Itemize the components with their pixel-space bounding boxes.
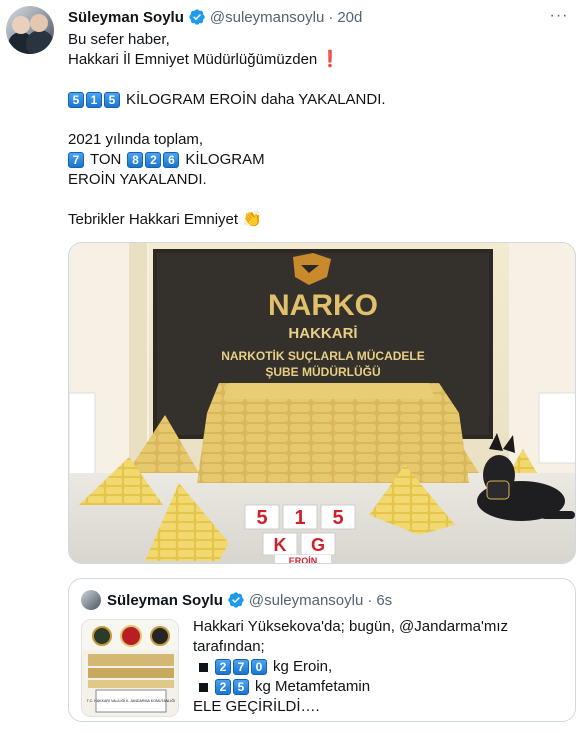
tweet-photo[interactable]: NARKO HAKKARİ NARKOTİK SUÇLARLA MÜCADELE… xyxy=(68,242,576,564)
text-segment: KİLOGRAM xyxy=(185,151,265,168)
keycap-digit: 5 xyxy=(233,679,249,695)
amount-line: 5 1 5 KİLOGRAM EROİN daha YAKALANDI. xyxy=(68,90,568,110)
text-line: Hakkari İl Emniyet Müdürlüğümüzden xyxy=(68,51,318,68)
author-avatar[interactable] xyxy=(6,6,54,54)
keycap-digit: 2 xyxy=(145,152,162,168)
verified-badge-icon xyxy=(189,9,205,25)
quoted-tweet-header: Süleyman Soylu @suleymansoylu · 6s xyxy=(81,589,392,611)
quoted-tweet-text: Hakkari Yüksekova'da; bugün, @Jandarma'm… xyxy=(193,617,565,717)
text-line: ELE GEÇİRİLDİ…. xyxy=(193,698,320,715)
text-line: KİLOGRAM EROİN daha YAKALANDI. xyxy=(126,91,386,108)
separator: · xyxy=(367,591,373,609)
amount-digit-label: 5 xyxy=(256,507,267,529)
keycap-digit: 5 xyxy=(104,92,120,108)
tweet-text: Bu sefer haber, Hakkari İl Emniyet Müdür… xyxy=(68,30,568,230)
more-icon[interactable]: ··· xyxy=(548,6,570,26)
tweet[interactable]: Süleyman Soylu @suleymansoylu · 20d ··· … xyxy=(0,0,584,733)
quoted-author-handle: @suleymansoylu xyxy=(248,591,364,609)
text-line: 2021 yılında toplam, xyxy=(68,131,204,148)
keycap-digit: 1 xyxy=(86,92,102,108)
keycap-digit: 2 xyxy=(215,659,231,675)
text-line: Tebrikler Hakkari Emniyet xyxy=(68,211,239,228)
quoted-author-name: Süleyman Soylu xyxy=(107,591,223,609)
text-line: tarafından; xyxy=(193,638,265,655)
clap-icon: 👏 xyxy=(242,211,262,228)
text-line: Hakkari Yüksekova'da; bugün, @Jandarma'm… xyxy=(193,618,508,635)
keycap-digit: 6 xyxy=(163,152,180,168)
heroin-line: 2 7 0 kg Eroin, xyxy=(193,657,565,677)
author-name[interactable]: Süleyman Soylu xyxy=(68,9,184,26)
keycap-digit: 7 xyxy=(233,659,249,675)
verified-badge-icon xyxy=(228,592,244,608)
keycap-digit: 0 xyxy=(251,659,267,675)
tweet-time[interactable]: 20d xyxy=(337,9,362,26)
keycap-digit: 7 xyxy=(68,152,84,168)
keycap-digit: 5 xyxy=(68,92,84,108)
thumb-label: T.C. HAKKARİ VALİLİĞİ İL JANDARMA KOMUTA… xyxy=(87,698,175,703)
text-segment: kg Eroin, xyxy=(273,658,333,675)
amount-digit-label: 5 xyxy=(332,507,343,529)
drug-label: EROİN xyxy=(289,556,318,564)
jandarma-photo: T.C. HAKKARİ VALİLİĞİ İL JANDARMA KOMUTA… xyxy=(82,620,178,716)
unit-letter-label: G xyxy=(311,535,325,555)
total-line: 7 TON 8 2 6 KİLOGRAM xyxy=(68,150,568,170)
text-line: EROİN YAKALANDI. xyxy=(68,171,207,188)
keycap-digit: 2 xyxy=(215,679,231,695)
separator: · xyxy=(328,8,334,26)
seizure-photo: NARKO HAKKARİ NARKOTİK SUÇLARLA MÜCADELE… xyxy=(69,243,575,564)
keycap-digit: 8 xyxy=(127,152,144,168)
text-line: Bu sefer haber, xyxy=(68,31,170,48)
sign-line2-text: ŞUBE MÜDÜRLÜĞÜ xyxy=(265,364,380,379)
sign-line1-text: NARKOTİK SUÇLARLA MÜCADELE xyxy=(221,348,425,363)
unit-letter-label: K xyxy=(274,535,287,555)
quoted-tweet-time: 6s xyxy=(376,591,393,609)
quoted-tweet-thumbnail[interactable]: T.C. HAKKARİ VALİLİĞİ İL JANDARMA KOMUTA… xyxy=(81,619,179,717)
quoted-author-avatar xyxy=(81,590,101,610)
bullet-square-icon xyxy=(199,662,208,672)
exclamation-icon: ❗ xyxy=(320,51,341,68)
bullet-square-icon xyxy=(199,682,208,692)
author-handle[interactable]: @suleymansoylu xyxy=(210,9,324,26)
amount-digit-label: 1 xyxy=(294,507,305,529)
meth-line: 2 5 kg Metamfetamin xyxy=(193,677,565,697)
text-segment: kg Metamfetamin xyxy=(255,678,371,695)
quoted-tweet[interactable]: Süleyman Soylu @suleymansoylu · 6s T.C. … xyxy=(68,578,576,722)
tweet-header: Süleyman Soylu @suleymansoylu · 20d xyxy=(68,6,362,28)
text-segment: TON xyxy=(90,151,122,168)
sign-city-text: HAKKARİ xyxy=(288,325,357,342)
sign-logo-text: NARKO xyxy=(268,289,378,322)
